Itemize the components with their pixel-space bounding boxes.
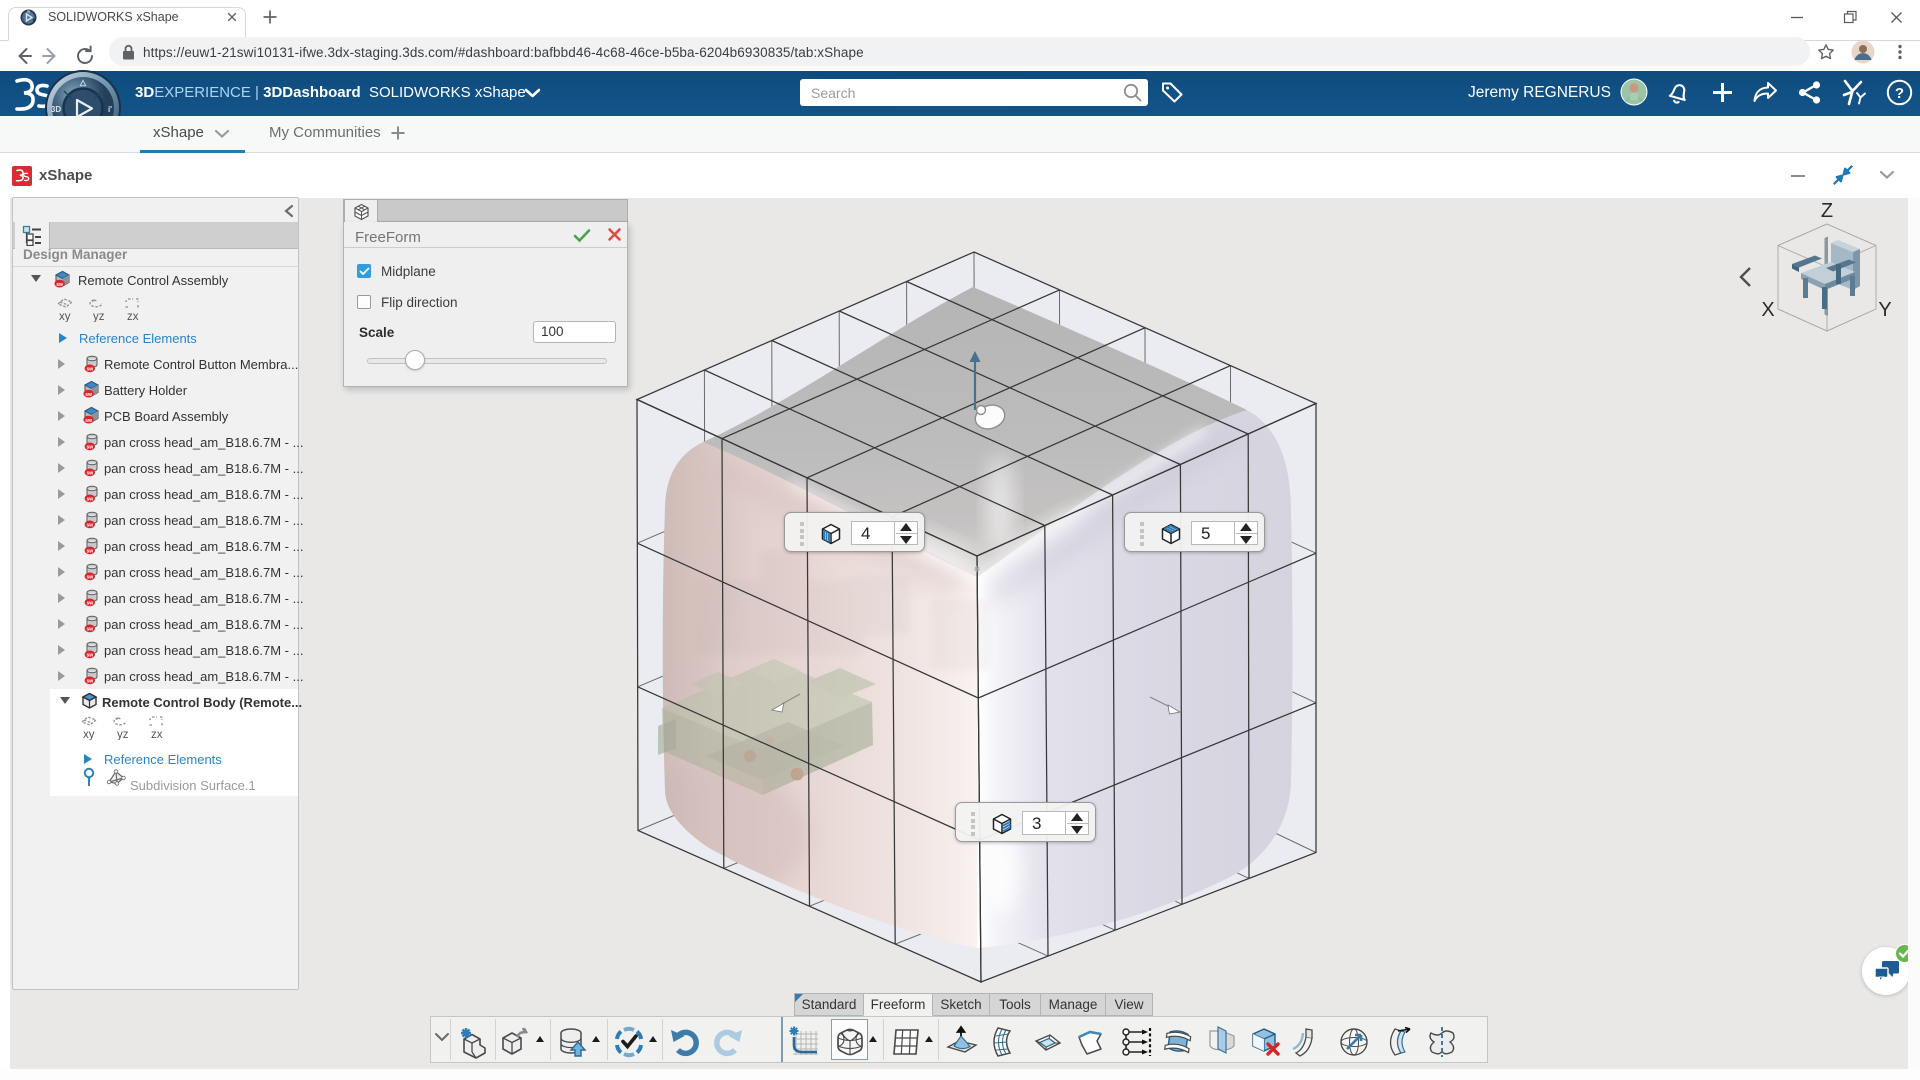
svg-text:sw: sw [86,548,93,554]
svg-text:sw: sw [85,418,92,424]
svg-text:yz: yz [93,311,105,322]
svg-text:zx: zx [151,729,163,740]
svg-text:sw: sw [86,444,93,450]
svg-text:?: ? [1895,85,1904,102]
svg-text:sw: sw [86,496,93,502]
svg-text:sw: sw [86,626,93,632]
svg-text:i': i' [108,105,112,114]
svg-text:sw: sw [85,392,92,398]
svg-text:zx: zx [127,311,139,322]
svg-text:sw: sw [86,600,93,606]
svg-text:sw: sw [86,366,93,372]
svg-text:xy: xy [83,729,95,740]
svg-text:sw: sw [86,678,93,684]
svg-text:sw: sw [86,470,93,476]
svg-text:sw: sw [86,574,93,580]
svg-text:3D: 3D [51,105,61,114]
svg-text:Y: Y [1878,299,1891,321]
svg-text:Z: Z [1821,200,1833,222]
svg-text:yz: yz [117,729,129,740]
svg-text:sw: sw [86,652,93,658]
svg-text:sw: sw [56,282,63,288]
svg-text:xy: xy [59,311,71,322]
svg-text:X: X [1761,299,1774,321]
svg-text:△: △ [79,78,87,87]
svg-text:sw: sw [86,522,93,528]
